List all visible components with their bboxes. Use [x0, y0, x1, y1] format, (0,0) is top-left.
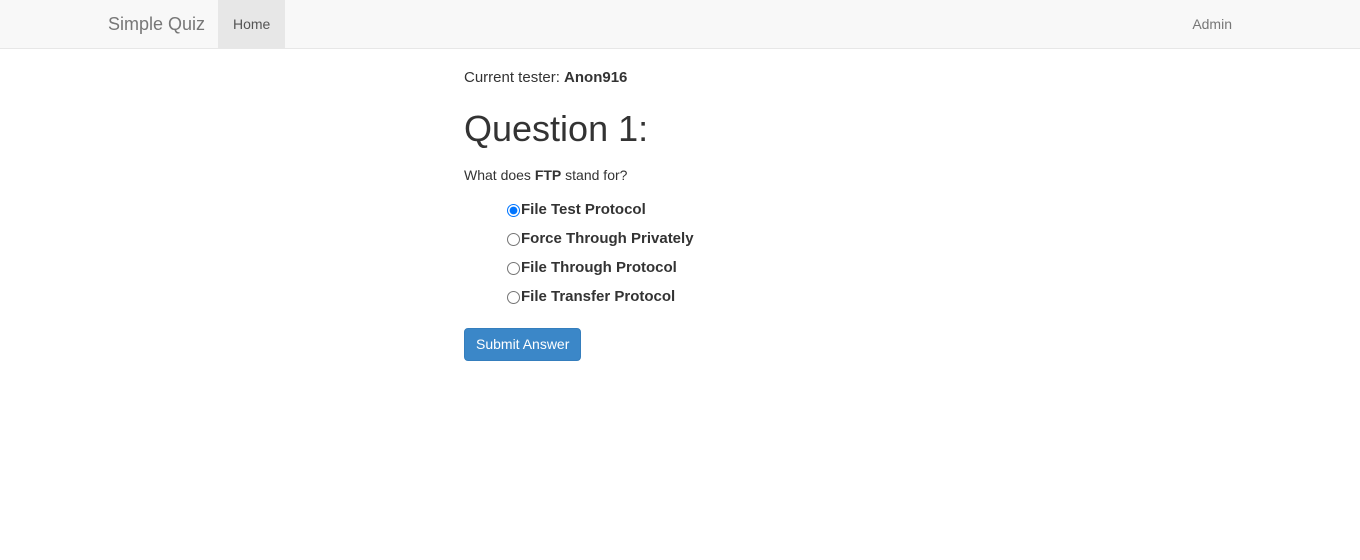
radio-option-3[interactable] — [507, 261, 520, 275]
question-keyword: FTP — [534, 166, 562, 183]
current-tester-name: Anon916 — [564, 69, 628, 86]
navbar-brand[interactable]: Simple Quiz — [108, 0, 205, 48]
answer-option[interactable]: Force Through Privately — [464, 229, 1324, 258]
radio-option-2[interactable] — [507, 232, 520, 246]
current-tester-line: Current tester: Anon916 — [464, 49, 1324, 88]
submit-answer-button[interactable]: Submit Answer — [464, 327, 582, 361]
nav-item-admin[interactable]: Admin — [1177, 0, 1247, 48]
question-text: What does FTP stand for? — [464, 149, 1324, 185]
answer-option[interactable]: File Test Protocol — [464, 200, 1324, 229]
current-tester-label: Current tester: — [464, 69, 560, 86]
nav-item-home[interactable]: Home — [218, 0, 286, 48]
navbar-inner: Simple Quiz Home Admin — [0, 0, 1360, 48]
question-text-suffix: stand for? — [561, 166, 628, 183]
radio-option-4[interactable] — [507, 290, 520, 304]
answer-option-label: File Through Protocol — [521, 258, 677, 276]
answer-option[interactable]: File Transfer Protocol — [464, 287, 1324, 316]
answer-option[interactable]: File Through Protocol — [464, 258, 1324, 287]
answer-option-label: File Test Protocol — [521, 200, 646, 218]
answer-options-list: File Test Protocol Force Through Private… — [464, 185, 1324, 316]
question-text-prefix: What does — [464, 166, 535, 183]
main-container: Current tester: Anon916 Question 1: What… — [0, 49, 1360, 560]
content-column: Current tester: Anon916 Question 1: What… — [464, 49, 1324, 361]
submit-row: Submit Answer — [464, 316, 1324, 361]
question-heading: Question 1: — [464, 108, 649, 149]
top-navbar: Simple Quiz Home Admin — [0, 0, 1360, 49]
answer-option-label: File Transfer Protocol — [521, 287, 676, 305]
answer-option-label: Force Through Privately — [521, 229, 694, 247]
radio-option-1[interactable] — [507, 203, 520, 217]
